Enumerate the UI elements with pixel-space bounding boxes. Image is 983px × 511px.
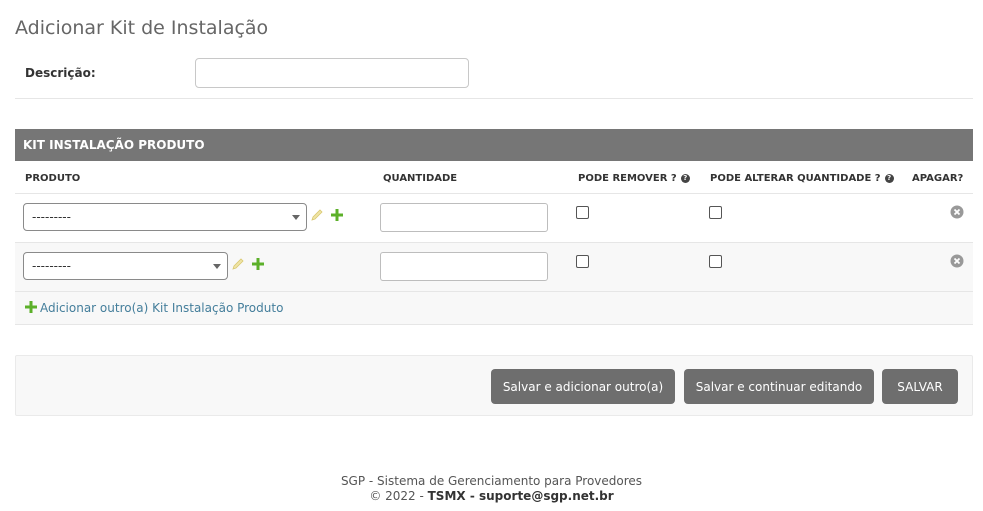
pode-alterar-checkbox[interactable] [709,206,722,219]
delete-icon[interactable] [950,205,964,219]
col-quantidade: QUANTIDADE [383,173,458,184]
col-pode-remover-wrap: PODE REMOVER ?? [578,173,690,184]
footer-line2: © 2022 - TSMX - suporte@sgp.net.br [0,489,983,504]
col-produto: PRODUTO [25,173,81,184]
table-row: --------- [15,194,973,243]
pencil-icon[interactable] [231,257,245,271]
produto-select[interactable]: --------- [23,203,307,231]
pode-remover-checkbox[interactable] [576,255,589,268]
save-and-continue-button[interactable]: Salvar e continuar editando [684,369,874,404]
description-label: Descrição: [25,66,96,80]
page-title: Adicionar Kit de Instalação [15,16,269,39]
pode-remover-checkbox[interactable] [576,206,589,219]
quantidade-input[interactable] [380,203,548,232]
footer: SGP - Sistema de Gerenciamento para Prov… [0,474,983,504]
pode-alterar-checkbox[interactable] [709,255,722,268]
save-button[interactable]: SALVAR [882,369,958,404]
col-apagar: APAGAR? [912,173,964,184]
col-pode-alterar-wrap: PODE ALTERAR QUANTIDADE ?? [710,173,894,184]
delete-icon[interactable] [950,254,964,268]
pencil-icon[interactable] [310,208,324,222]
produto-select-value: --------- [32,210,71,224]
submit-row: Salvar e adicionar outro(a) Salvar e con… [15,355,973,416]
produto-select-value: --------- [32,259,71,273]
footer-copyright: © 2022 - [369,489,428,503]
description-input[interactable] [195,58,469,88]
add-another-label: Adicionar outro(a) Kit Instalação Produt… [40,301,284,315]
kit-produto-inline: KIT INSTALAÇÃO PRODUTO PRODUTO QUANTIDAD… [15,129,973,325]
column-headers: PRODUTO QUANTIDADE PODE REMOVER ?? PODE … [15,161,973,194]
help-icon[interactable]: ? [884,174,894,183]
footer-company: TSMX [427,489,466,503]
inline-header: KIT INSTALAÇÃO PRODUTO [15,129,973,161]
plus-icon [25,301,37,313]
quantidade-input[interactable] [380,252,548,281]
description-row: Descrição: [15,48,973,99]
footer-email[interactable]: suporte@sgp.net.br [479,489,614,503]
save-and-add-button[interactable]: Salvar e adicionar outro(a) [491,369,675,404]
col-pode-alterar: PODE ALTERAR QUANTIDADE ? [710,173,881,184]
table-row: --------- [15,243,973,292]
chevron-down-icon [213,264,221,269]
produto-select[interactable]: --------- [23,252,228,280]
plus-icon[interactable] [252,258,264,270]
add-row: Adicionar outro(a) Kit Instalação Produt… [15,292,973,325]
chevron-down-icon [292,215,300,220]
footer-separator: - [465,489,479,503]
plus-icon[interactable] [331,209,343,221]
add-another-link[interactable]: Adicionar outro(a) Kit Instalação Produt… [25,301,283,315]
footer-line1: SGP - Sistema de Gerenciamento para Prov… [340,474,643,488]
col-pode-remover: PODE REMOVER ? [578,173,677,184]
help-icon[interactable]: ? [680,174,690,183]
